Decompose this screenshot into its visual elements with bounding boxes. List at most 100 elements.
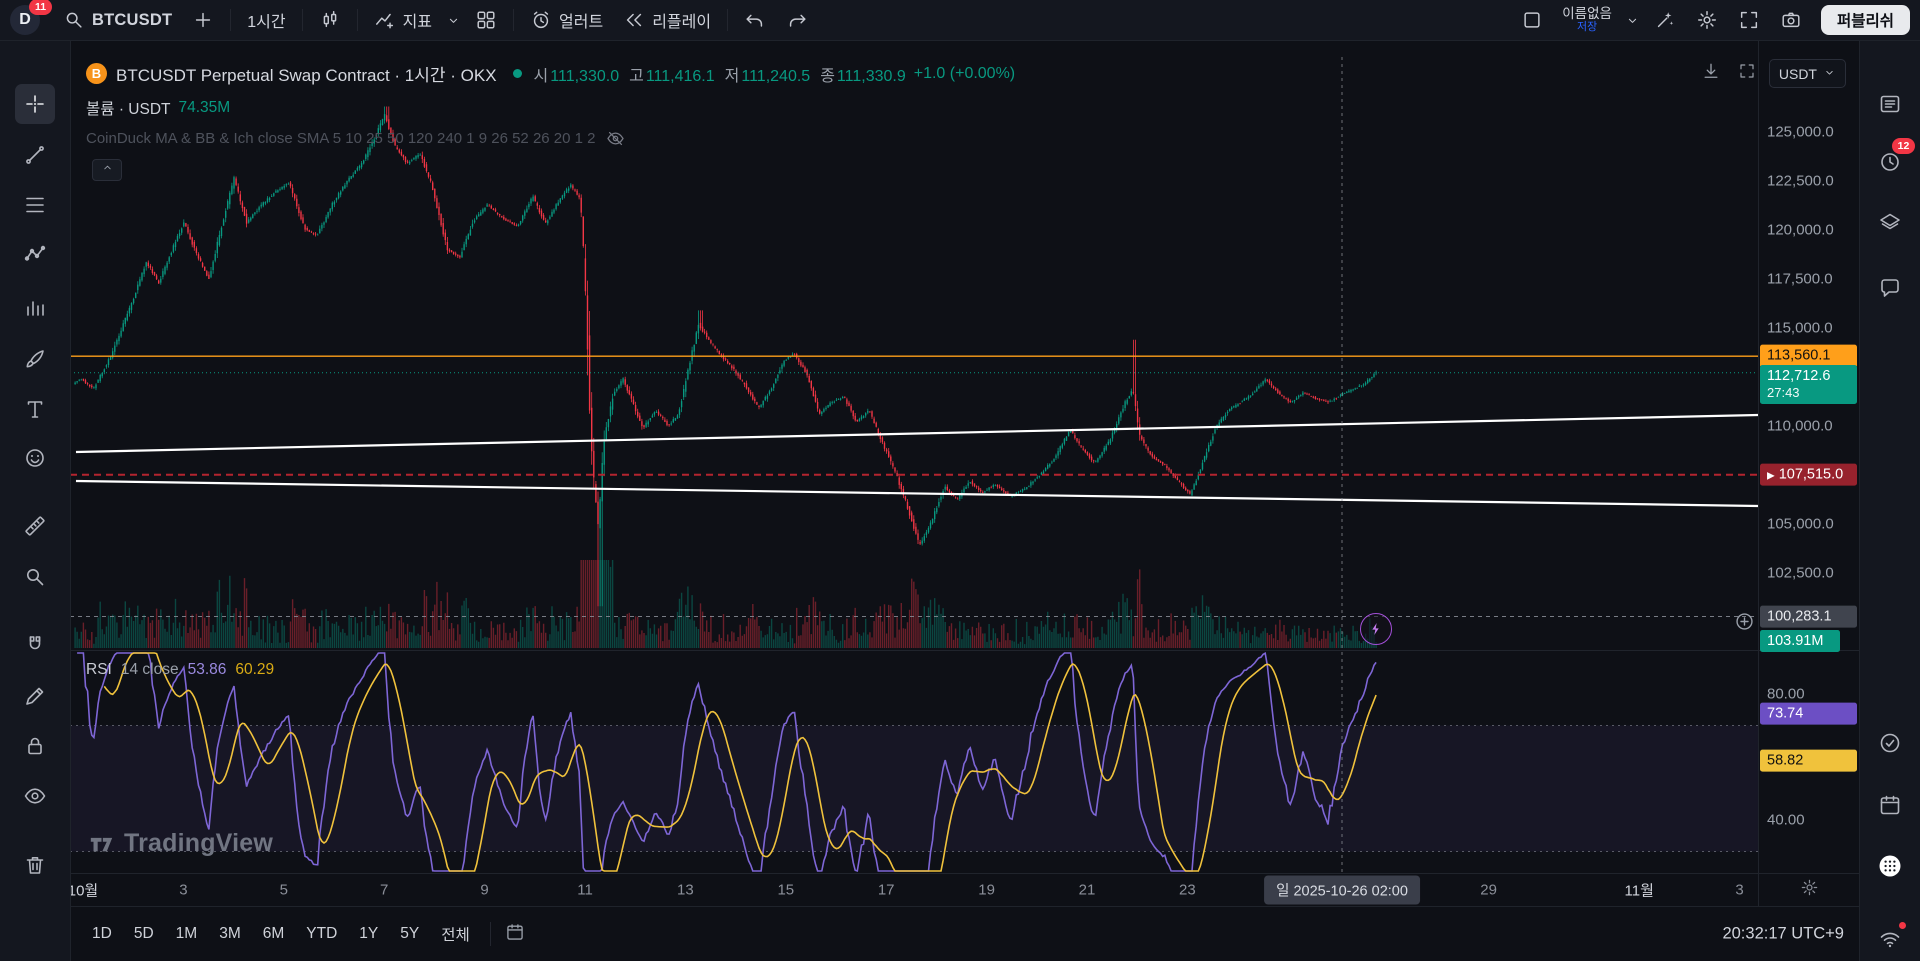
interval-button[interactable]: 1시간 (238, 5, 294, 36)
price-tick-125000: 125,000.0 (1767, 124, 1834, 141)
tool-forecast-icon (23, 296, 47, 320)
calendar-icon (505, 922, 525, 947)
range-button-5D[interactable]: 5D (124, 920, 164, 948)
scroll-to-recent-button[interactable] (1697, 61, 1725, 87)
sidebar-community-icon (1878, 854, 1902, 878)
tool-trend-line-button[interactable] (15, 135, 55, 175)
sidebar-alerts-button[interactable]: 12 (1869, 141, 1911, 183)
tool-emoji-button[interactable] (15, 438, 55, 478)
axis-settings-button[interactable] (1796, 877, 1822, 903)
tool-draw-icon (23, 684, 47, 708)
undo-icon (744, 9, 766, 31)
clock-utc[interactable]: 20:32:17 UTC+9 (1722, 925, 1844, 944)
grid-layout-icon (475, 9, 497, 31)
chart-canvas[interactable] (70, 41, 1860, 906)
manage-layouts-button[interactable] (1512, 5, 1552, 36)
add-alert-plus-button[interactable] (1732, 609, 1756, 633)
user-notification-badge: 11 (29, 0, 52, 15)
range-button-3M[interactable]: 3M (209, 920, 251, 948)
toolbar-divider (490, 922, 491, 946)
price-tick-110000: 110,000.0 (1767, 418, 1833, 435)
toolbar-divider (513, 9, 514, 31)
alert-button[interactable]: 얼러트 (521, 5, 612, 36)
price-tick-122500: 122,500.0 (1767, 173, 1834, 190)
indicators-button[interactable]: 지표 (365, 5, 441, 36)
lightning-marker[interactable] (1360, 613, 1392, 645)
redo-icon (786, 9, 808, 31)
search-icon (63, 9, 85, 31)
chart-symbol-title[interactable]: BTCUSDT Perpetual Swap Contract · 1시간 · … (116, 61, 497, 86)
replay-icon (623, 9, 645, 31)
snapshot-button[interactable] (1771, 5, 1811, 36)
tool-lock-all-button[interactable] (15, 726, 55, 766)
indicator-legend[interactable]: CoinDuck MA & BB & Ich close SMA 5 10 25… (86, 129, 625, 148)
tool-hide-all-button[interactable] (15, 776, 55, 816)
time-label-11월: 11월 (1625, 879, 1654, 900)
sidebar-calendar-button[interactable] (1869, 784, 1911, 826)
eye-off-icon[interactable] (606, 129, 625, 148)
chart-settings-button[interactable] (1687, 5, 1727, 36)
volume-legend[interactable]: 볼륨 · USDT 74.35M (86, 97, 230, 119)
layout-square-icon (1521, 9, 1543, 31)
tool-xabcd-pattern-button[interactable] (15, 235, 55, 275)
goto-date-button[interactable] (501, 921, 529, 947)
redo-button[interactable] (777, 5, 817, 36)
user-menu-button[interactable]: D 11 (10, 3, 50, 37)
alerts-count-badge: 12 (1892, 138, 1915, 154)
replay-label: 리플레이 (652, 8, 711, 32)
indicator-templates-button[interactable] (443, 5, 464, 36)
sidebar-watchlist-button[interactable] (1869, 83, 1911, 125)
range-button-1D[interactable]: 1D (82, 920, 122, 948)
layout-grid-button[interactable] (466, 5, 506, 36)
sidebar-community-button[interactable] (1869, 845, 1911, 887)
fullscreen-button[interactable] (1729, 5, 1769, 36)
publish-button[interactable]: 퍼블리쉬 (1821, 5, 1910, 35)
range-button-1Y[interactable]: 1Y (349, 920, 388, 948)
undo-button[interactable] (735, 5, 775, 36)
tool-remove-all-button[interactable] (15, 845, 55, 885)
chevron-down-icon (1823, 66, 1836, 82)
tool-measure-button[interactable] (15, 506, 55, 546)
layout-dropdown-button[interactable] (1622, 5, 1643, 36)
interval-label: 1시간 (247, 8, 285, 32)
range-button-1M[interactable]: 1M (166, 920, 208, 948)
left-drawing-toolbar (0, 41, 71, 961)
range-button-YTD[interactable]: YTD (296, 920, 347, 948)
sidebar-watchlist-icon (1878, 92, 1902, 116)
tool-draw-button[interactable] (15, 676, 55, 716)
red-alert-price-tag: ▶107,515.0 (1760, 463, 1857, 486)
tool-magnet-button[interactable] (15, 625, 55, 665)
rsi-legend[interactable]: RSI 14 close 53.86 60.29 (86, 661, 274, 679)
plus-circle-icon (1734, 611, 1755, 632)
chart-region[interactable]: B BTCUSDT Perpetual Swap Contract · 1시간 … (70, 41, 1860, 961)
chart-style-button[interactable] (310, 5, 350, 36)
tool-forecast-button[interactable] (15, 288, 55, 328)
camera-icon (1780, 9, 1802, 31)
range-button-5Y[interactable]: 5Y (390, 920, 429, 948)
compare-add-symbol-button[interactable] (183, 5, 223, 36)
unit-selector[interactable]: USDT (1769, 59, 1846, 88)
time-label-5: 5 (280, 881, 288, 898)
quick-search-button[interactable] (1645, 5, 1685, 36)
price-scale[interactable]: 125,000.0122,500.0120,000.0117,500.0115,… (1758, 41, 1860, 873)
sidebar-connection-button[interactable] (1869, 918, 1911, 960)
sidebar-help-button[interactable] (1869, 722, 1911, 764)
range-button-6M[interactable]: 6M (253, 920, 295, 948)
range-button-전체[interactable]: 전체 (431, 918, 480, 950)
replay-button[interactable]: 리플레이 (614, 5, 720, 36)
layout-name-button[interactable]: 이름없음 저장 (1554, 3, 1620, 37)
tool-crosshair-button[interactable] (15, 84, 55, 124)
layout-name: 이름없음 (1562, 7, 1612, 21)
tool-zoom-button[interactable] (15, 557, 55, 597)
tool-brush-button[interactable] (15, 339, 55, 379)
sidebar-chat-button[interactable] (1869, 267, 1911, 309)
symbol-search-button[interactable]: BTCUSDT (54, 5, 181, 36)
toolbar-right-group: 이름없음 저장 퍼블리쉬 (1512, 3, 1910, 37)
legend-collapse-button[interactable] (92, 159, 122, 181)
rsi-yellow-tag: 58.82 (1760, 749, 1857, 772)
maximize-pane-button[interactable] (1733, 61, 1761, 87)
time-axis[interactable]: 10월3579111315171921232911월3일 2025-10-26 … (70, 873, 1860, 906)
tool-fib-retracement-button[interactable] (15, 185, 55, 225)
tool-text-button[interactable] (15, 389, 55, 429)
sidebar-object-tree-button[interactable] (1869, 202, 1911, 244)
